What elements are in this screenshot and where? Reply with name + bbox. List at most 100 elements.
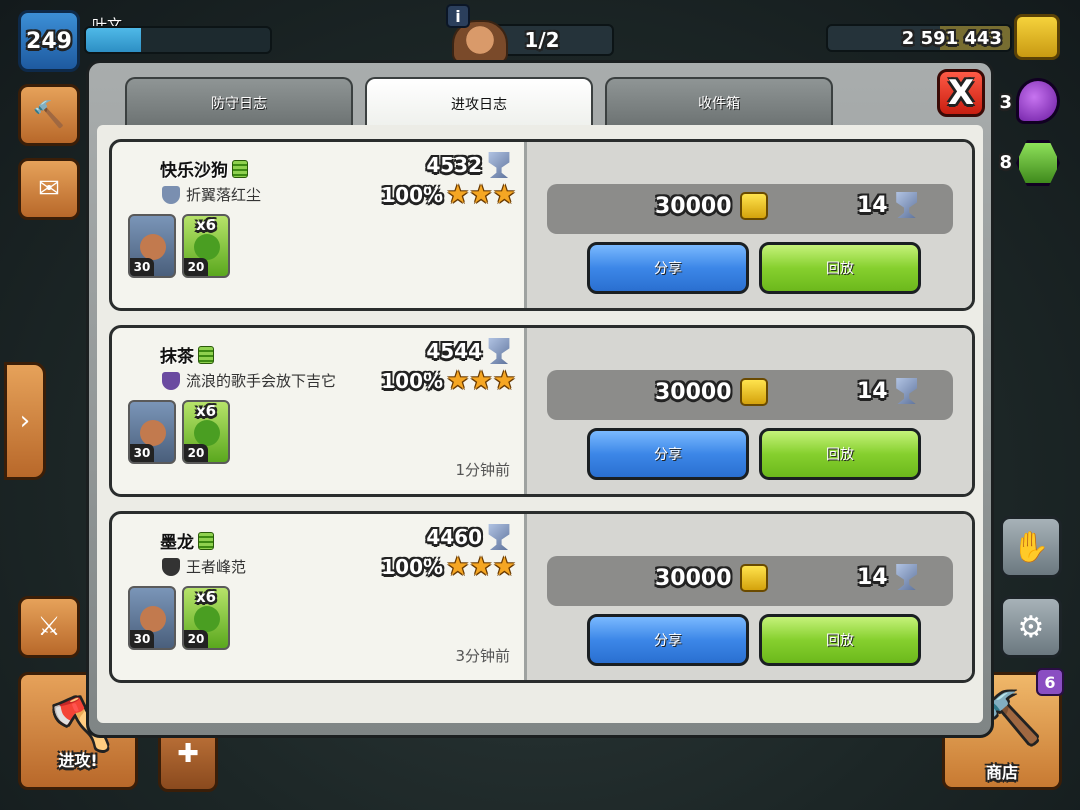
troop-level: 30: [130, 444, 154, 462]
hammer-button[interactable]: 🔨: [18, 84, 80, 146]
star-icon: ★: [469, 180, 493, 210]
attack-log-list[interactable]: 快乐沙狗 折翼落红尘 4532 100% ★★★ 30 x6 20 30000 …: [97, 125, 983, 723]
star-icon: ★: [492, 552, 516, 582]
destruction-percent: 100%: [381, 555, 444, 579]
opponent-trophies-value: 4532: [426, 153, 482, 177]
gem-icon: [1016, 140, 1060, 186]
attack-log-entry: 抹茶 流浪的歌手会放下吉它 4544 100% ★★★ 30 x6 20 1分钟…: [109, 325, 975, 497]
troop-level: 30: [130, 258, 154, 276]
loot-trophies: 14: [857, 564, 920, 590]
troop-slot-unit: x6 20: [182, 400, 230, 464]
entry-actions: 30000 14 分享 回放: [524, 142, 972, 308]
star-icon: ★: [446, 366, 470, 396]
stars: ★★★: [446, 368, 516, 394]
gem-amount: 8: [999, 152, 1012, 173]
troop-portrait-icon: [140, 420, 166, 446]
attack-label: 进攻!: [58, 751, 98, 770]
entry-info: 墨龙 王者峰范 4460 100% ★★★ 30 x6 20 3分钟前: [112, 514, 524, 680]
tab-defense-log[interactable]: 防守日志: [125, 77, 353, 127]
stars: ★★★: [446, 554, 516, 580]
signal-bars-icon: [198, 532, 214, 550]
expand-arrow-button[interactable]: ›: [4, 362, 46, 480]
replay-button[interactable]: 回放: [759, 242, 921, 294]
destruction-result: 100% ★★★: [381, 368, 516, 394]
stars: ★★★: [446, 182, 516, 208]
envelope-icon: ✉: [38, 174, 60, 204]
trophy-icon: [488, 152, 510, 178]
troop-slot-hero: 30: [128, 400, 176, 464]
loot-gold: 30000: [655, 192, 768, 220]
star-icon: ★: [469, 366, 493, 396]
opponent-name[interactable]: 墨龙: [160, 528, 214, 553]
opponent-name-text: 墨龙: [160, 533, 194, 553]
move-button[interactable]: ✋: [1000, 516, 1062, 578]
signal-bars-icon: [232, 160, 248, 178]
replay-button[interactable]: 回放: [759, 428, 921, 480]
troop-portrait-icon: [194, 234, 220, 260]
troop-count: x6: [196, 588, 217, 606]
close-button[interactable]: X: [937, 69, 985, 117]
hammer-icon: 🔨: [32, 100, 66, 130]
destruction-percent: 100%: [381, 183, 444, 207]
troop-level: 20: [184, 258, 208, 276]
mail-button[interactable]: ✉: [18, 158, 80, 220]
destruction-result: 100% ★★★: [381, 182, 516, 208]
star-icon: ★: [446, 552, 470, 582]
sword-icon: ⚔: [37, 612, 61, 642]
trophy-icon: [488, 524, 510, 550]
gold-icon: [739, 378, 768, 406]
opponent-name[interactable]: 抹茶: [160, 342, 214, 367]
player-level-badge[interactable]: 249: [18, 10, 80, 72]
opponent-trophies: 4532: [426, 152, 512, 178]
attack-log-entry: 快乐沙狗 折翼落红尘 4532 100% ★★★ 30 x6 20 30000 …: [109, 139, 975, 311]
opponent-trophies-value: 4544: [426, 339, 482, 363]
entry-info: 抹茶 流浪的歌手会放下吉它 4544 100% ★★★ 30 x6 20 1分钟…: [112, 328, 524, 494]
troop-count: x6: [196, 216, 217, 234]
star-icon: ★: [492, 180, 516, 210]
troop-slot-hero: 30: [128, 214, 176, 278]
troop-portrait-icon: [194, 606, 220, 632]
hand-icon: ✋: [1012, 529, 1050, 565]
loot-trophies-value: 14: [857, 192, 888, 218]
share-button[interactable]: 分享: [587, 428, 749, 480]
trophy-icon: [896, 564, 918, 590]
loot-gold: 30000: [655, 378, 768, 406]
clan-badge-icon: [162, 371, 180, 390]
troop-slot-unit: x6 20: [182, 214, 230, 278]
troop-portrait-icon: [140, 606, 166, 632]
replay-button[interactable]: 回放: [759, 614, 921, 666]
troop-slot-unit: x6 20: [182, 586, 230, 650]
star-icon: ★: [469, 552, 493, 582]
troop-level: 30: [130, 630, 154, 648]
opponent-name[interactable]: 快乐沙狗: [160, 156, 248, 181]
battle-log-modal: 防守日志 进攻日志 收件箱 X 快乐沙狗 折翼落红尘 4532 100% ★★★…: [86, 60, 994, 738]
attack-log-entry: 墨龙 王者峰范 4460 100% ★★★ 30 x6 20 3分钟前 3000…: [109, 511, 975, 683]
troop-level: 20: [184, 630, 208, 648]
troop-count: x6: [196, 402, 217, 420]
clan-line[interactable]: 折翼落红尘: [162, 184, 261, 205]
xp-bar: [84, 26, 272, 54]
clan-badge-icon: [162, 557, 180, 576]
trophy-icon: [896, 378, 918, 404]
loot-bar: 30000 14: [547, 184, 953, 234]
opponent-trophies: 4544: [426, 338, 512, 364]
opponent-name-text: 快乐沙狗: [160, 161, 228, 181]
time-ago: 3分钟前: [455, 647, 510, 665]
share-button[interactable]: 分享: [587, 614, 749, 666]
clan-line[interactable]: 流浪的歌手会放下吉它: [162, 370, 336, 391]
loot-gold-value: 30000: [655, 565, 732, 591]
star-icon: ★: [492, 366, 516, 396]
army-button[interactable]: ⚔: [18, 596, 80, 658]
info-icon[interactable]: i: [446, 4, 470, 28]
settings-button[interactable]: ⚙: [1000, 596, 1062, 658]
trophy-icon: [896, 192, 918, 218]
shield-icon: ✚: [177, 739, 199, 769]
time-ago: 1分钟前: [455, 461, 510, 479]
share-button[interactable]: 分享: [587, 242, 749, 294]
tab-inbox[interactable]: 收件箱: [605, 77, 833, 127]
gold-amount: 2 591 443: [901, 27, 1002, 49]
tab-attack-log[interactable]: 进攻日志: [365, 77, 593, 129]
clan-line[interactable]: 王者峰范: [162, 556, 246, 577]
destruction-percent: 100%: [381, 369, 444, 393]
troop-portrait-icon: [194, 420, 220, 446]
